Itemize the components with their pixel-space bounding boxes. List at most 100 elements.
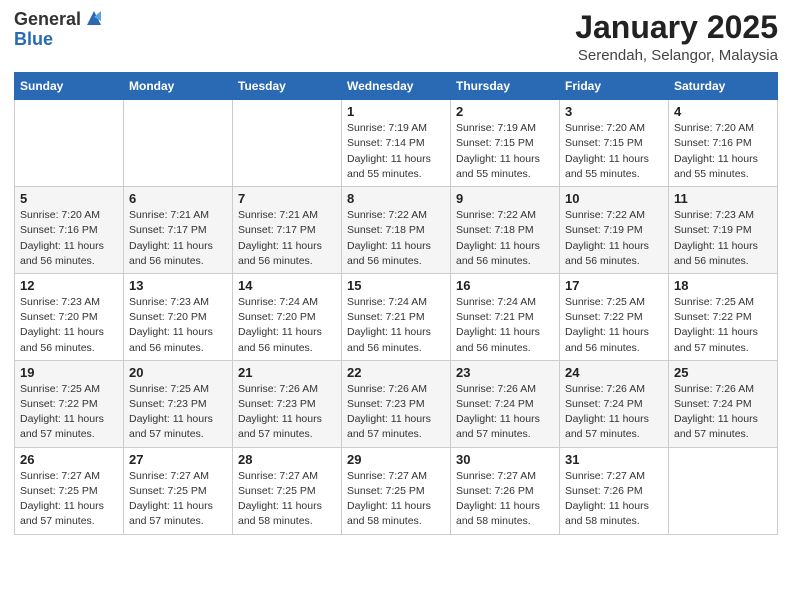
day-number: 15 [347,278,445,293]
title-block: January 2025 Serendah, Selangor, Malaysi… [575,10,778,64]
day-info: Sunrise: 7:27 AMSunset: 7:25 PMDaylight:… [347,469,445,530]
calendar-cell [669,447,778,534]
day-info: Sunrise: 7:25 AMSunset: 7:23 PMDaylight:… [129,382,227,443]
day-number: 3 [565,104,663,119]
calendar-cell: 24 Sunrise: 7:26 AMSunset: 7:24 PMDayligh… [560,360,669,447]
calendar-cell: 16Sunrise: 7:24 AMSunset: 7:21 PMDayligh… [451,273,560,360]
day-info: Sunrise: 7:23 AMSunset: 7:20 PMDaylight:… [20,295,118,356]
day-number: 19 [20,365,118,380]
day-info: Sunrise: 7:20 AMSunset: 7:16 PMDaylight:… [20,208,118,269]
calendar-header-monday: Monday [124,73,233,100]
day-info: Sunrise: 7:26 AMSunset: 7:23 PMDaylight:… [347,382,445,443]
calendar-cell [15,100,124,187]
calendar-header-row: SundayMondayTuesdayWednesdayThursdayFrid… [15,73,778,100]
day-info: Sunrise: 7:24 AMSunset: 7:21 PMDaylight:… [456,295,554,356]
day-number: 13 [129,278,227,293]
day-number: 10 [565,191,663,206]
calendar-cell: 29 Sunrise: 7:27 AMSunset: 7:25 PMDayligh… [342,447,451,534]
day-number: 21 [238,365,336,380]
day-number: 2 [456,104,554,119]
day-info: Sunrise: 7:21 AMSunset: 7:17 PMDaylight:… [238,208,336,269]
day-number: 14 [238,278,336,293]
calendar-cell: 15 Sunrise: 7:24 AMSunset: 7:21 PMDayligh… [342,273,451,360]
day-number: 1 [347,104,445,119]
day-number: 28 [238,452,336,467]
calendar-header-sunday: Sunday [15,73,124,100]
day-number: 22 [347,365,445,380]
calendar-cell: 9Sunrise: 7:22 AMSunset: 7:18 PMDaylight… [451,187,560,274]
calendar-cell: 30 Sunrise: 7:27 AMSunset: 7:26 PMDayligh… [451,447,560,534]
calendar-cell [233,100,342,187]
calendar-cell: 2Sunrise: 7:19 AMSunset: 7:15 PMDaylight… [451,100,560,187]
calendar-cell: 11Sunrise: 7:23 AMSunset: 7:19 PMDayligh… [669,187,778,274]
calendar-cell: 22 Sunrise: 7:26 AMSunset: 7:23 PMDayligh… [342,360,451,447]
day-info: Sunrise: 7:26 AMSunset: 7:24 PMDaylight:… [674,382,772,443]
calendar-week-row: 26 Sunrise: 7:27 AMSunset: 7:25 PMDayligh… [15,447,778,534]
day-info: Sunrise: 7:27 AMSunset: 7:25 PMDaylight:… [20,469,118,530]
calendar-cell: 14 Sunrise: 7:24 AMSunset: 7:20 PMDayligh… [233,273,342,360]
calendar-cell: 5 Sunrise: 7:20 AMSunset: 7:16 PMDaylight… [15,187,124,274]
calendar-cell: 27 Sunrise: 7:27 AMSunset: 7:25 PMDayligh… [124,447,233,534]
calendar-cell: 25 Sunrise: 7:26 AMSunset: 7:24 PMDayligh… [669,360,778,447]
day-number: 12 [20,278,118,293]
calendar-cell: 20 Sunrise: 7:25 AMSunset: 7:23 PMDayligh… [124,360,233,447]
day-number: 17 [565,278,663,293]
day-number: 18 [674,278,772,293]
day-info: Sunrise: 7:20 AMSunset: 7:15 PMDaylight:… [565,121,663,182]
calendar-cell: 26 Sunrise: 7:27 AMSunset: 7:25 PMDayligh… [15,447,124,534]
logo-general: General [14,10,81,30]
day-info: Sunrise: 7:21 AMSunset: 7:17 PMDaylight:… [129,208,227,269]
day-info: Sunrise: 7:22 AMSunset: 7:18 PMDaylight:… [456,208,554,269]
day-number: 31 [565,452,663,467]
day-number: 25 [674,365,772,380]
day-number: 5 [20,191,118,206]
day-info: Sunrise: 7:24 AMSunset: 7:21 PMDaylight:… [347,295,445,356]
day-info: Sunrise: 7:27 AMSunset: 7:25 PMDaylight:… [238,469,336,530]
day-number: 24 [565,365,663,380]
calendar-cell: 6 Sunrise: 7:21 AMSunset: 7:17 PMDaylight… [124,187,233,274]
day-info: Sunrise: 7:23 AMSunset: 7:19 PMDaylight:… [674,208,772,269]
day-number: 7 [238,191,336,206]
logo-blue: Blue [14,30,53,50]
calendar-week-row: 12 Sunrise: 7:23 AMSunset: 7:20 PMDayligh… [15,273,778,360]
day-number: 6 [129,191,227,206]
day-info: Sunrise: 7:27 AMSunset: 7:26 PMDaylight:… [456,469,554,530]
header: General Blue January 2025 Serendah, Sela… [14,10,778,64]
day-info: Sunrise: 7:27 AMSunset: 7:25 PMDaylight:… [129,469,227,530]
calendar-cell: 4Sunrise: 7:20 AMSunset: 7:16 PMDaylight… [669,100,778,187]
calendar-week-row: 1Sunrise: 7:19 AMSunset: 7:14 PMDaylight… [15,100,778,187]
day-number: 29 [347,452,445,467]
logo: General Blue [14,10,105,50]
day-info: Sunrise: 7:23 AMSunset: 7:20 PMDaylight:… [129,295,227,356]
day-number: 20 [129,365,227,380]
day-info: Sunrise: 7:22 AMSunset: 7:19 PMDaylight:… [565,208,663,269]
calendar-header-tuesday: Tuesday [233,73,342,100]
calendar-table: SundayMondayTuesdayWednesdayThursdayFrid… [14,72,778,534]
page: General Blue January 2025 Serendah, Sela… [0,0,792,612]
day-info: Sunrise: 7:26 AMSunset: 7:24 PMDaylight:… [456,382,554,443]
calendar-cell: 17Sunrise: 7:25 AMSunset: 7:22 PMDayligh… [560,273,669,360]
calendar-cell: 3 Sunrise: 7:20 AMSunset: 7:15 PMDaylight… [560,100,669,187]
day-number: 27 [129,452,227,467]
day-number: 26 [20,452,118,467]
day-number: 23 [456,365,554,380]
day-info: Sunrise: 7:22 AMSunset: 7:18 PMDaylight:… [347,208,445,269]
day-number: 30 [456,452,554,467]
calendar-cell: 23 Sunrise: 7:26 AMSunset: 7:24 PMDayligh… [451,360,560,447]
calendar-cell: 13 Sunrise: 7:23 AMSunset: 7:20 PMDayligh… [124,273,233,360]
calendar-header-thursday: Thursday [451,73,560,100]
calendar-cell [124,100,233,187]
page-subtitle: Serendah, Selangor, Malaysia [575,47,778,64]
calendar-cell: 12 Sunrise: 7:23 AMSunset: 7:20 PMDayligh… [15,273,124,360]
day-number: 8 [347,191,445,206]
calendar-cell: 21 Sunrise: 7:26 AMSunset: 7:23 PMDayligh… [233,360,342,447]
calendar-cell: 7 Sunrise: 7:21 AMSunset: 7:17 PMDaylight… [233,187,342,274]
calendar-cell: 18Sunrise: 7:25 AMSunset: 7:22 PMDayligh… [669,273,778,360]
calendar-header-friday: Friday [560,73,669,100]
calendar-cell: 28 Sunrise: 7:27 AMSunset: 7:25 PMDayligh… [233,447,342,534]
calendar-cell: 10 Sunrise: 7:22 AMSunset: 7:19 PMDayligh… [560,187,669,274]
day-info: Sunrise: 7:24 AMSunset: 7:20 PMDaylight:… [238,295,336,356]
day-info: Sunrise: 7:26 AMSunset: 7:24 PMDaylight:… [565,382,663,443]
day-info: Sunrise: 7:26 AMSunset: 7:23 PMDaylight:… [238,382,336,443]
day-number: 4 [674,104,772,119]
